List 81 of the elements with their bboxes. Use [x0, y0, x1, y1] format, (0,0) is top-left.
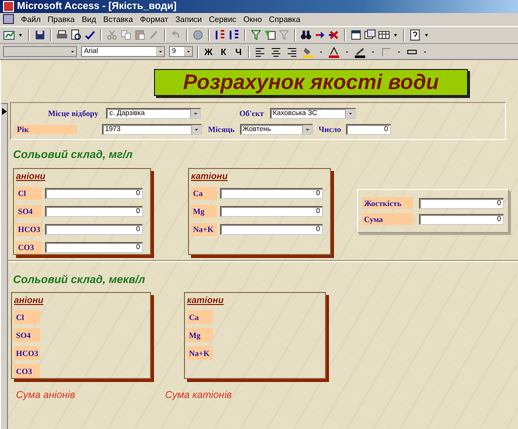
- caret-icon[interactable]: [346, 110, 354, 118]
- caret-icon[interactable]: [422, 48, 428, 55]
- sort-ascending-icon[interactable]: [214, 28, 226, 41]
- window-title: Microsoft Access - [Якість_води]: [17, 0, 177, 12]
- caret-icon[interactable]: [318, 48, 324, 55]
- copy-icon[interactable]: [120, 28, 132, 41]
- field-label: CO3: [16, 241, 42, 254]
- line-color-icon[interactable]: [354, 46, 366, 58]
- caret-icon[interactable]: [156, 48, 164, 56]
- caret-icon[interactable]: [396, 48, 402, 55]
- caret-icon[interactable]: [304, 126, 310, 134]
- form-title: Розрахунок якості води: [154, 69, 468, 96]
- field-label: Число: [318, 125, 342, 134]
- sum-label: Сума катіонів: [165, 390, 232, 402]
- caret-icon[interactable]: [370, 48, 376, 55]
- clipboard-icon[interactable]: [134, 28, 146, 41]
- field-label: Рік: [15, 125, 77, 134]
- menu-item[interactable]: Правка: [48, 14, 75, 24]
- menu-item[interactable]: Вид: [82, 14, 96, 24]
- section-heading: Сольовий склад, мг/л: [13, 149, 134, 162]
- format-button[interactable]: Ч: [233, 46, 244, 57]
- field-label: Ca: [187, 310, 213, 324]
- record-pointer-icon: [2, 108, 6, 116]
- field-label: Mg: [187, 328, 213, 342]
- filter-form-icon[interactable]: [264, 28, 276, 41]
- floppy-icon[interactable]: [34, 28, 46, 41]
- menu-item[interactable]: Формат: [140, 14, 168, 24]
- align-left-icon[interactable]: [254, 46, 266, 58]
- caret-icon[interactable]: [184, 48, 192, 56]
- section-heading: Сольовий склад, мекв/л: [13, 274, 146, 286]
- field-label: Об'єкт: [239, 109, 264, 118]
- properties-icon[interactable]: [350, 28, 362, 41]
- align-center-icon[interactable]: [270, 46, 282, 58]
- field-label: Місяць: [208, 125, 234, 134]
- format-button[interactable]: К: [218, 46, 229, 57]
- menu-item[interactable]: Сервис: [208, 14, 236, 24]
- caret-icon[interactable]: [344, 48, 350, 55]
- field-label: Місце відбору: [48, 109, 98, 118]
- fill-color-icon[interactable]: [302, 46, 314, 58]
- field-label: CO3: [14, 364, 40, 378]
- field-label: HCO3: [16, 223, 42, 236]
- format-button[interactable]: Ж: [203, 46, 214, 57]
- group-title: аніони: [14, 295, 44, 306]
- sort-descending-icon[interactable]: [228, 28, 240, 41]
- sum-label: Сума аніонів: [16, 390, 76, 402]
- menu-item[interactable]: Записи: [175, 14, 202, 24]
- field-label: Жосткість: [362, 197, 414, 210]
- filter-icon[interactable]: [250, 28, 262, 41]
- field-label: HCO3: [14, 346, 40, 360]
- field-label: Cl: [14, 310, 40, 324]
- delete-record-icon[interactable]: [328, 28, 340, 41]
- group-title: катіони: [187, 295, 224, 306]
- form-icon[interactable]: [3, 28, 15, 41]
- field-label: Ca: [191, 187, 217, 200]
- help-icon[interactable]: [409, 28, 421, 41]
- align-right-icon[interactable]: [286, 46, 298, 58]
- table-icon[interactable]: [378, 28, 390, 41]
- menu-item[interactable]: Файл: [21, 14, 41, 24]
- caret-icon[interactable]: [192, 110, 200, 118]
- group-title: катіони: [191, 171, 228, 182]
- menu-item[interactable]: Справка: [268, 14, 300, 24]
- field-label: Mg: [191, 205, 217, 218]
- caret-icon[interactable]: [193, 126, 200, 134]
- field-label: Na+K: [191, 223, 217, 236]
- group-title: аніони: [16, 171, 46, 182]
- document-icon[interactable]: [3, 14, 14, 24]
- font-color-icon[interactable]: [328, 46, 340, 58]
- window-icon[interactable]: [364, 28, 376, 41]
- printer-icon[interactable]: [56, 28, 68, 41]
- field-label: SO4: [14, 328, 40, 342]
- menu-item[interactable]: Вставка: [103, 14, 133, 24]
- spelling-icon[interactable]: [84, 28, 96, 41]
- field-label: Cl: [16, 187, 42, 200]
- preview-icon[interactable]: [70, 28, 82, 41]
- binoculars-icon[interactable]: [300, 28, 312, 41]
- caret-icon[interactable]: [68, 48, 76, 56]
- menu-item[interactable]: Окно: [243, 14, 262, 24]
- field-label: Na+K: [187, 346, 213, 360]
- globe-icon[interactable]: [192, 28, 204, 41]
- field-label: Сума: [362, 213, 414, 226]
- field-label: SO4: [16, 205, 42, 218]
